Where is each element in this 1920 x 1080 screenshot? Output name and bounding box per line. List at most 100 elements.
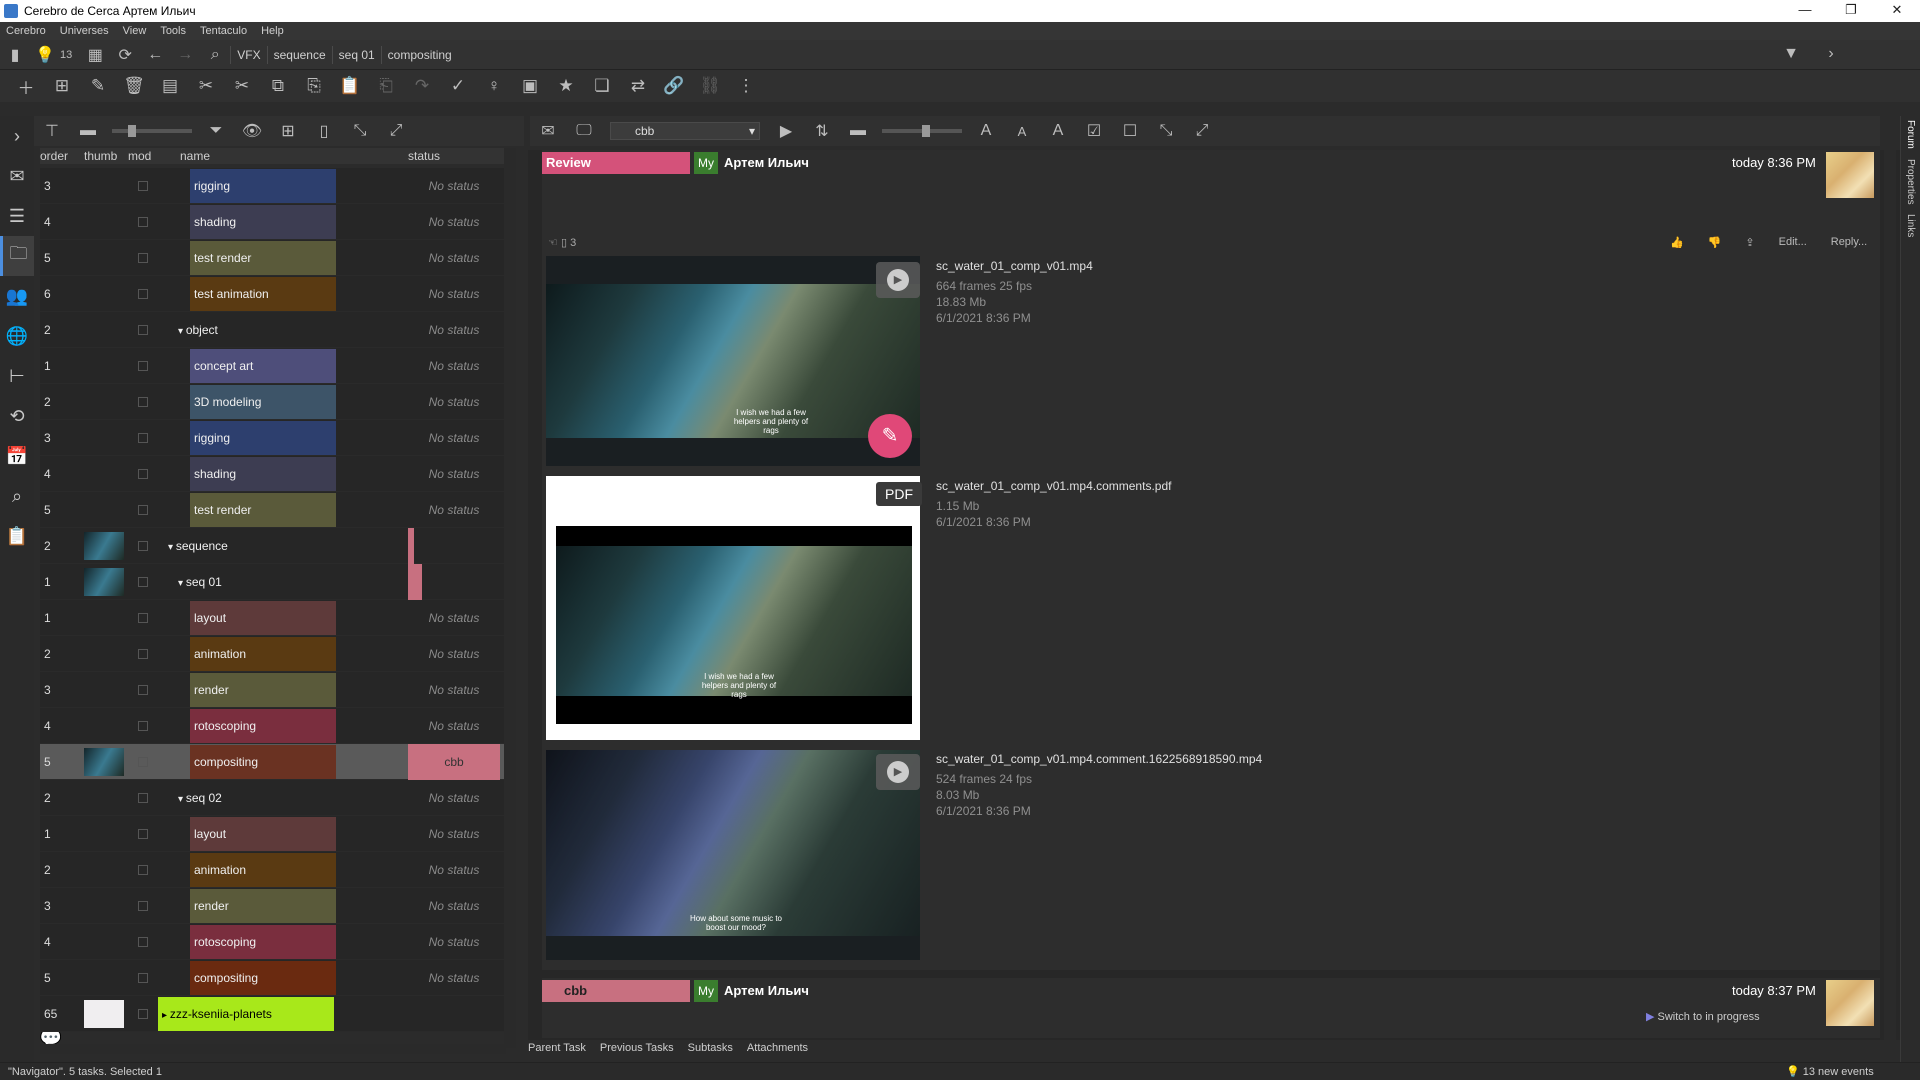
copy-icon[interactable]: ⧉: [260, 71, 296, 101]
expand-arrow-icon[interactable]: ▾: [178, 326, 186, 337]
collapse-icon[interactable]: ⤡: [342, 117, 378, 145]
table-row[interactable]: 3 render No status: [40, 672, 506, 708]
status-filter-dropdown[interactable]: cbb ▾: [610, 122, 760, 140]
row-name-cell[interactable]: ▾ seq 01: [174, 565, 334, 599]
row-name-cell[interactable]: layout: [190, 817, 336, 851]
row-status[interactable]: No status: [408, 348, 500, 384]
clipboard-sidebar-icon[interactable]: 📋: [0, 516, 34, 556]
like-icon[interactable]: 👍: [1670, 236, 1684, 249]
mail-icon[interactable]: ✉: [0, 156, 34, 196]
menu-universes[interactable]: Universes: [60, 25, 109, 37]
row-mod-checkbox[interactable]: [138, 757, 148, 767]
table-row[interactable]: 65 ▸ zzz-kseniia-planets: [40, 996, 506, 1032]
row-name-cell[interactable]: animation: [190, 637, 336, 671]
row-name-cell[interactable]: test render: [190, 241, 336, 275]
table-row[interactable]: 3 rigging No status: [40, 420, 506, 456]
brush-icon[interactable]: ✎: [868, 414, 912, 458]
report-icon[interactable]: ▣: [512, 71, 548, 101]
checkbox-empty-icon[interactable]: ☐: [1112, 117, 1148, 145]
table-row[interactable]: 2 animation No status: [40, 636, 506, 672]
row-status[interactable]: No status: [408, 636, 500, 672]
row-mod-checkbox[interactable]: [138, 433, 148, 443]
row-name-cell[interactable]: 3D modeling: [190, 385, 336, 419]
menu-cerebro[interactable]: Cerebro: [6, 25, 46, 37]
forum-slider-knob[interactable]: [922, 125, 930, 137]
font-icon[interactable]: A: [1040, 117, 1076, 145]
dropdown-arrow-icon[interactable]: ▼: [1776, 40, 1806, 68]
row-name-cell[interactable]: rigging: [190, 421, 336, 455]
breadcrumb-compositing[interactable]: compositing: [380, 45, 458, 64]
attachment-name-1[interactable]: sc_water_01_comp_v01.mp4: [936, 259, 1093, 273]
tab-attachments[interactable]: Attachments: [747, 1042, 808, 1060]
row-status[interactable]: No status: [408, 420, 500, 456]
expand-arrow-icon[interactable]: ▾: [168, 542, 176, 553]
table-row[interactable]: 3 render No status: [40, 888, 506, 924]
duplicate-icon[interactable]: ❏: [584, 71, 620, 101]
menu-view[interactable]: View: [123, 25, 147, 37]
table-row[interactable]: 1 layout No status: [40, 600, 506, 636]
font-decrease-icon[interactable]: A: [1004, 117, 1040, 145]
table-row[interactable]: 6 test animation No status: [40, 276, 506, 312]
row-status[interactable]: No status: [408, 456, 500, 492]
expand-arrow-icon[interactable]: ▾: [178, 794, 186, 805]
row-mod-checkbox[interactable]: [138, 361, 148, 371]
thumbnail-view-icon[interactable]: ▬: [840, 117, 876, 145]
row-status[interactable]: No status: [408, 924, 500, 960]
row-status[interactable]: No status: [408, 204, 500, 240]
row-mod-checkbox[interactable]: [138, 901, 148, 911]
row-status[interactable]: No status: [408, 708, 500, 744]
row-status[interactable]: No status: [408, 168, 500, 204]
chevron-right-icon[interactable]: ›: [1816, 40, 1846, 68]
search-icon[interactable]: ⌕: [200, 41, 230, 69]
filter-icon[interactable]: ⏷: [198, 117, 234, 145]
attachment-thumbnail-1[interactable]: I wish we had a few helpers and plenty o…: [546, 256, 920, 466]
table-row[interactable]: 2 ▾ object No status: [40, 312, 506, 348]
tree-horizontal-scrollbar[interactable]: [40, 1044, 506, 1054]
tree-structure-icon[interactable]: ⊤: [34, 117, 70, 145]
lightbulb-icon[interactable]: 💡: [30, 41, 60, 69]
row-name-cell[interactable]: render: [190, 889, 336, 923]
unlink-icon[interactable]: ⛓: [692, 71, 728, 101]
table-row[interactable]: 4 shading No status: [40, 456, 506, 492]
tab-forum[interactable]: Forum: [1905, 120, 1916, 149]
document-icon[interactable]: ▯: [306, 117, 342, 145]
close-button[interactable]: ✕: [1874, 0, 1920, 22]
tab-links[interactable]: Links: [1905, 214, 1916, 237]
row-name-cell[interactable]: render: [190, 673, 336, 707]
row-mod-checkbox[interactable]: [138, 217, 148, 227]
expand-icon[interactable]: ⤢: [378, 117, 414, 145]
move-icon[interactable]: ⇄: [620, 71, 656, 101]
panel-toggle-icon[interactable]: ▮: [0, 41, 30, 69]
table-row[interactable]: 2 ▾ seq 02 No status: [40, 780, 506, 816]
table-row[interactable]: 5 test render No status: [40, 492, 506, 528]
folder-icon[interactable]: 🗀: [0, 236, 34, 276]
row-status[interactable]: No status: [408, 888, 500, 924]
row-mod-checkbox[interactable]: [138, 289, 148, 299]
row-mod-checkbox[interactable]: [138, 577, 148, 587]
tab-previous-tasks[interactable]: Previous Tasks: [600, 1042, 674, 1060]
new-events-label[interactable]: 13 new events: [1803, 1066, 1874, 1078]
row-mod-checkbox[interactable]: [138, 829, 148, 839]
row-mod-checkbox[interactable]: [138, 721, 148, 731]
row-name-cell[interactable]: rotoscoping: [190, 709, 336, 743]
menu-tools[interactable]: Tools: [160, 25, 186, 37]
row-mod-checkbox[interactable]: [138, 181, 148, 191]
row-mod-checkbox[interactable]: [138, 613, 148, 623]
sort-icon[interactable]: ⇅: [804, 117, 840, 145]
row-mod-checkbox[interactable]: [138, 505, 148, 515]
tab-properties[interactable]: Properties: [1905, 159, 1916, 205]
maximize-button[interactable]: ❐: [1828, 0, 1874, 22]
attachment-thumbnail-3[interactable]: How about some music to boost our mood?: [546, 750, 920, 960]
row-name-cell[interactable]: ▾ seq 02: [174, 781, 334, 815]
star-icon[interactable]: ★: [548, 71, 584, 101]
row-mod-checkbox[interactable]: [138, 397, 148, 407]
row-mod-checkbox[interactable]: [138, 685, 148, 695]
col-name[interactable]: name: [180, 149, 408, 163]
row-status[interactable]: No status: [408, 276, 500, 312]
monitor-icon[interactable]: 🖵: [566, 117, 602, 145]
table-row[interactable]: 1 concept art No status: [40, 348, 506, 384]
list-icon[interactable]: ☰: [0, 196, 34, 236]
forum-zoom-slider[interactable]: [882, 125, 962, 137]
row-status[interactable]: No status: [408, 600, 500, 636]
row-mod-checkbox[interactable]: [138, 469, 148, 479]
